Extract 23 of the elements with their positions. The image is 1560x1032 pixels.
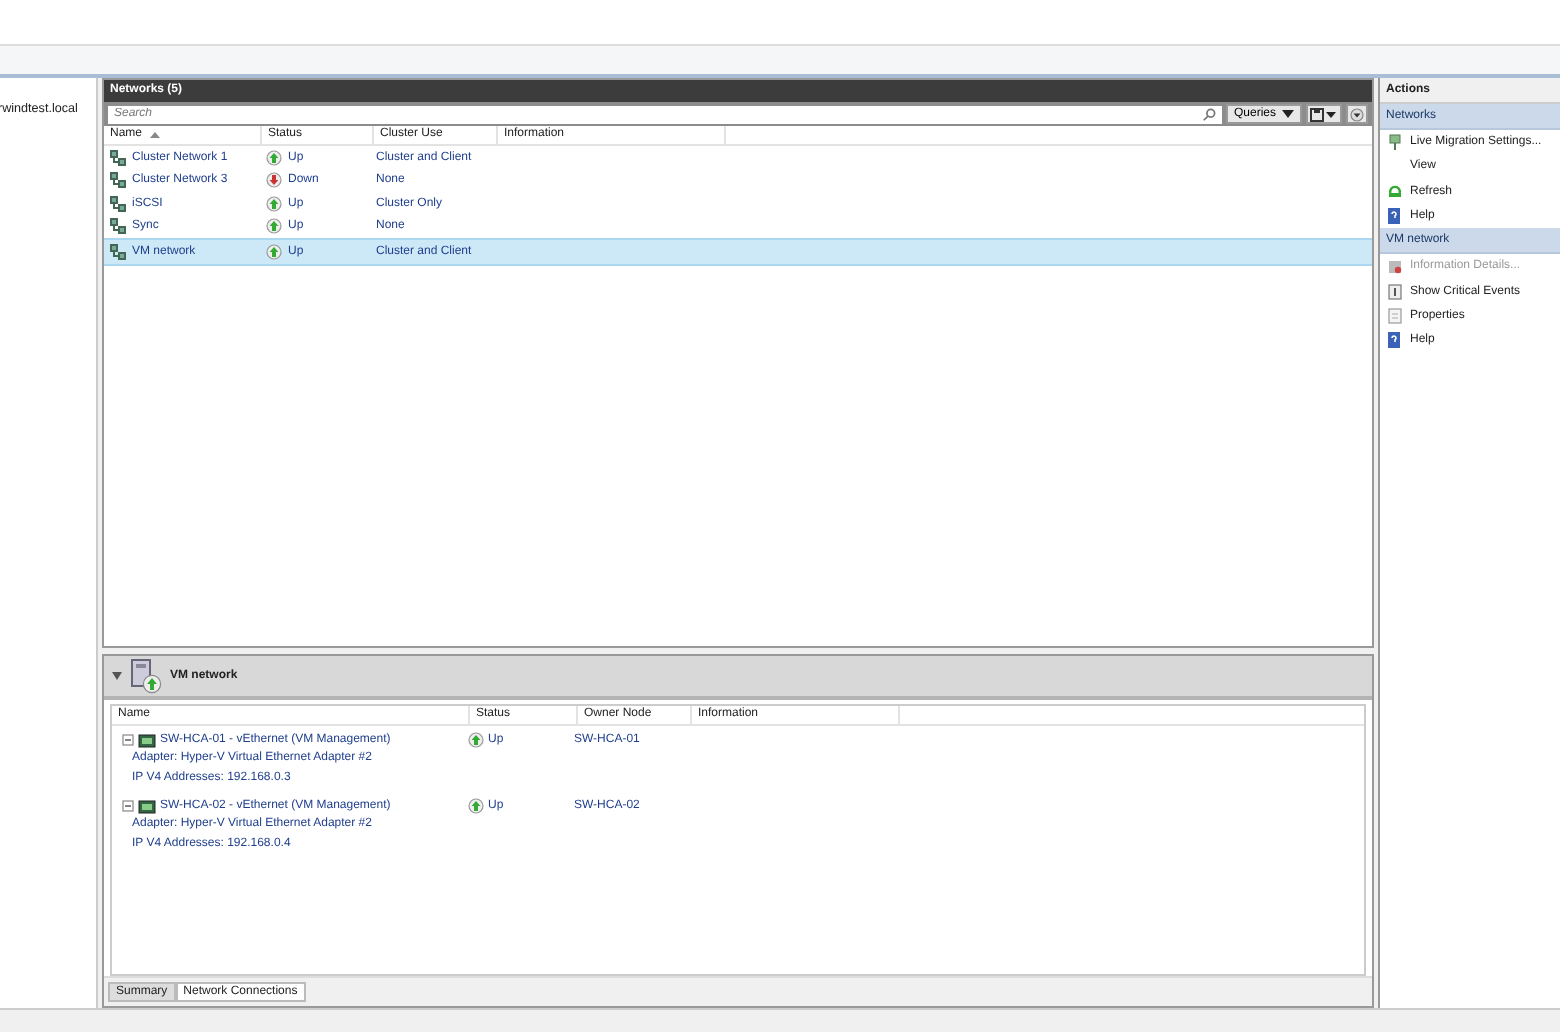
search-icon xyxy=(1201,107,1216,121)
status-icon xyxy=(266,149,282,166)
help-icon xyxy=(1388,332,1400,349)
status-icon xyxy=(468,732,484,748)
collapse-icon[interactable] xyxy=(122,800,134,812)
expand-button[interactable] xyxy=(1346,104,1368,124)
help-icon xyxy=(1388,208,1400,225)
caret-icon xyxy=(1282,110,1294,118)
save-query-button[interactable] xyxy=(1306,104,1342,124)
properties-icon xyxy=(1387,307,1401,324)
collapse-icon[interactable] xyxy=(112,672,122,680)
status-icon xyxy=(266,172,282,189)
refresh-icon xyxy=(1387,184,1401,199)
status-icon xyxy=(266,243,282,260)
status-icon xyxy=(468,798,484,814)
events-icon xyxy=(1387,283,1401,300)
sort-arrow-icon xyxy=(150,132,161,138)
network-adapter-icon xyxy=(138,733,156,747)
network-adapter-icon xyxy=(138,799,156,813)
collapse-icon[interactable] xyxy=(122,734,134,746)
info-icon xyxy=(1387,259,1401,274)
status-icon xyxy=(266,195,282,212)
status-icon xyxy=(266,218,282,235)
